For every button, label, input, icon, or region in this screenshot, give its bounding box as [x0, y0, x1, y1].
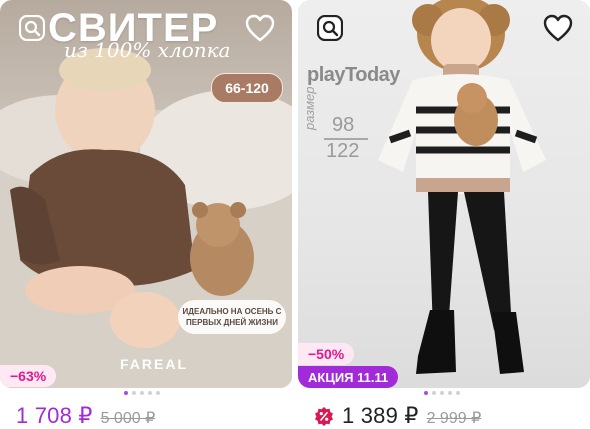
size-caption: размер: [302, 86, 317, 130]
pager-dot[interactable]: [124, 391, 128, 395]
brand-logo: playToday: [307, 64, 400, 86]
promo-caption: ИДЕАЛЬНО НА ОСЕНЬ С ПЕРВЫХ ДНЕЙ ЖИЗНИ: [178, 300, 286, 334]
pager-dot[interactable]: [424, 391, 428, 395]
banner-subtitle: из 100% хлопка: [64, 38, 231, 62]
price-row: 1 708 ₽ 5 000 ₽: [16, 403, 155, 429]
promo-badge: АКЦИЯ 11.11: [298, 366, 399, 388]
current-price: 1 389 ₽: [342, 403, 419, 428]
pager-dot[interactable]: [440, 391, 444, 395]
price-row: 1 389 ₽ 2 999 ₽: [314, 403, 481, 429]
pager-dot[interactable]: [448, 391, 452, 395]
heart-icon: [543, 14, 573, 42]
heart-icon: [245, 14, 275, 42]
similar-search-button[interactable]: [312, 10, 348, 46]
old-price: 5 000 ₽: [100, 410, 156, 427]
pager-dot[interactable]: [432, 391, 436, 395]
size-max: 122: [326, 140, 360, 162]
old-price: 2 999 ₽: [426, 410, 482, 427]
product-photo[interactable]: playToday размер 98 122 −50% АКЦИЯ 11.11: [298, 0, 590, 388]
pager-dot[interactable]: [140, 391, 144, 395]
product-image: [378, 0, 546, 374]
image-pager[interactable]: [124, 391, 160, 395]
current-price: 1 708 ₽: [16, 403, 93, 428]
pager-dot[interactable]: [456, 391, 460, 395]
favorite-button[interactable]: [540, 10, 576, 46]
percent-badge-icon: [315, 407, 333, 426]
product-photo[interactable]: СВИТЕР из 100% хлопка 66-120 ИДЕАЛЬНО НА…: [0, 0, 292, 388]
image-pager[interactable]: [424, 391, 460, 395]
discount-badge: −63%: [0, 365, 57, 387]
favorite-button[interactable]: [242, 10, 278, 46]
brand-name: FAREAL: [120, 356, 188, 372]
similar-search-icon: [19, 15, 45, 41]
size-range-badge: 66-120: [211, 73, 283, 103]
similar-search-button[interactable]: [14, 10, 50, 46]
pager-dot[interactable]: [156, 391, 160, 395]
pager-dot[interactable]: [148, 391, 152, 395]
product-card-2[interactable]: playToday размер 98 122 −50% АКЦИЯ 11.11: [298, 0, 590, 429]
discount-badge: −50%: [298, 343, 355, 365]
size-min: 98: [332, 114, 355, 136]
similar-search-icon: [317, 15, 343, 41]
product-card-1[interactable]: СВИТЕР из 100% хлопка 66-120 ИДЕАЛЬНО НА…: [0, 0, 292, 429]
pager-dot[interactable]: [132, 391, 136, 395]
